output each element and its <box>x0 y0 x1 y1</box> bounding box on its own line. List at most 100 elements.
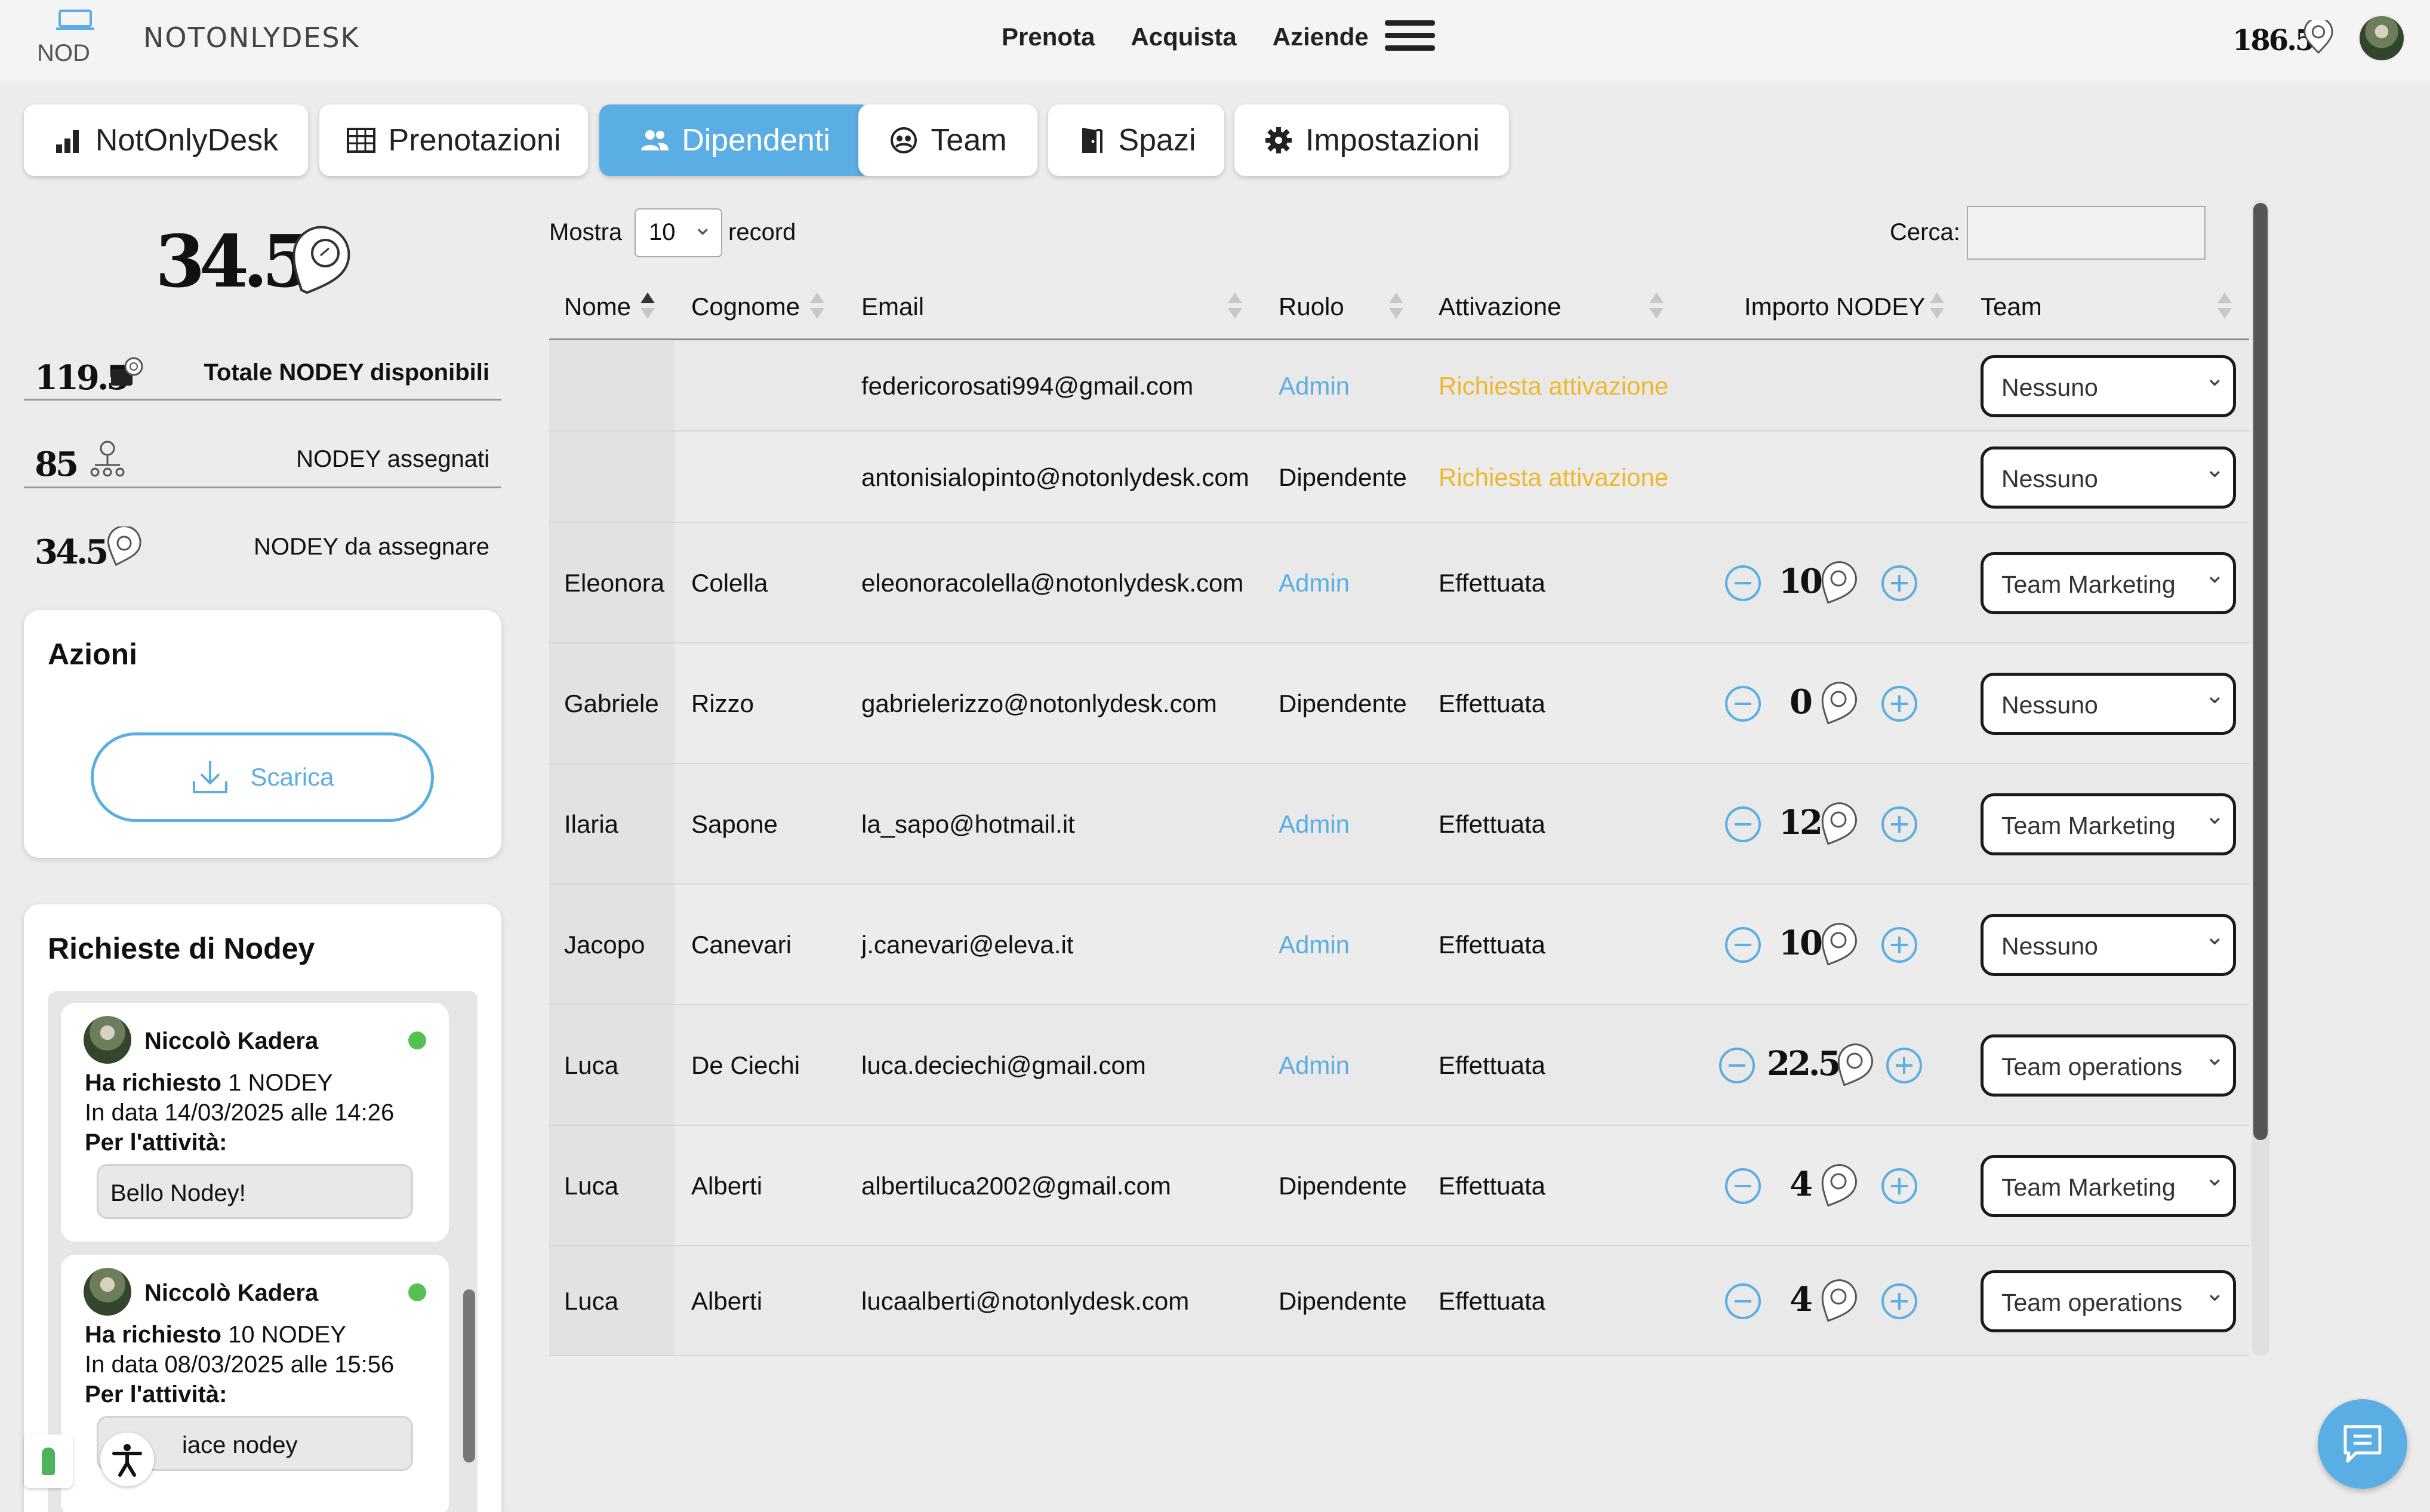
sort-icon[interactable] <box>1649 292 1664 322</box>
column-header-importo[interactable]: Importo NODEY <box>1744 292 1925 328</box>
cell-cognome: Canevari <box>691 931 792 959</box>
tab-team[interactable]: Team <box>858 104 1037 176</box>
nav-aziende[interactable]: Aziende <box>1273 23 1369 51</box>
decrease-button[interactable] <box>1725 927 1761 963</box>
scrollbar-thumb[interactable] <box>2253 203 2268 1140</box>
decrease-button[interactable] <box>1725 686 1761 722</box>
column-header-cognome[interactable]: Cognome <box>691 292 800 328</box>
sort-icon[interactable] <box>1930 292 1944 322</box>
sort-icon[interactable] <box>1389 292 1403 322</box>
column-header-ruolo[interactable]: Ruolo <box>1279 292 1344 328</box>
team-select[interactable]: Nessuno <box>1981 355 2236 417</box>
decrease-button[interactable] <box>1725 1168 1761 1204</box>
show-label: Mostra <box>549 219 623 245</box>
increase-button[interactable] <box>1881 806 1917 842</box>
cell-email: federicorosati994@gmail.com <box>861 371 1194 400</box>
accessibility-widget[interactable] <box>24 1434 73 1488</box>
team-select[interactable]: Team operations <box>1981 1270 2236 1332</box>
stat-totale: 119.5 Totale NODEY disponibili <box>24 334 501 421</box>
activity-label: Per l'attività: <box>85 1129 227 1156</box>
tab-notonlydesk[interactable]: NotOnlyDesk <box>24 104 308 176</box>
tab-label: Prenotazioni <box>388 123 561 158</box>
decrease-button[interactable] <box>1725 565 1761 601</box>
search-input[interactable] <box>1967 206 2206 260</box>
cell-attivazione: Effettuata <box>1439 1287 1546 1315</box>
table-row: Gabriele Rizzo gabrielerizzo@notonlydesk.c… <box>549 643 2249 764</box>
sort-icon[interactable] <box>2218 292 2232 322</box>
team-select[interactable]: Nessuno <box>1981 673 2236 735</box>
decrease-button[interactable] <box>1719 1048 1755 1083</box>
cell-attivazione: Effettuata <box>1439 931 1546 959</box>
stat-label: Totale NODEY disponibili <box>204 359 489 386</box>
sort-icon[interactable] <box>1228 292 1242 322</box>
sort-icon[interactable] <box>640 292 655 322</box>
team-select[interactable]: Team Marketing <box>1981 793 2236 855</box>
requester-name: Niccolò Kadera <box>144 1028 319 1054</box>
page-length-select[interactable]: 10 <box>635 208 722 257</box>
nod-logo[interactable]: NOD <box>35 8 118 68</box>
table-row: Ilaria Sapone la_sapo@hotmail.it Admin Effet… <box>549 764 2249 885</box>
requests-card: Richieste di Nodey Niccolò Kadera Ha ric… <box>24 904 501 1512</box>
column-header-team[interactable]: Team <box>1981 292 2042 328</box>
increase-button[interactable] <box>1881 1168 1917 1204</box>
tab-dipendenti[interactable]: Dipendenti <box>599 104 871 176</box>
table-row: Eleonora Colella eleonoracolella@notonlyde… <box>549 523 2249 643</box>
decrease-button[interactable] <box>1725 1283 1761 1319</box>
avatar <box>84 1016 131 1064</box>
divider <box>24 486 501 488</box>
requests-list[interactable]: Niccolò Kadera Ha richiesto 1 NODEY In d… <box>48 991 478 1512</box>
nav-prenota[interactable]: Prenota <box>1002 23 1095 51</box>
requests-scrollbar[interactable] <box>461 991 478 1512</box>
cell-email: la_sapo@hotmail.it <box>861 810 1075 838</box>
nodey-coin-icon <box>2303 20 2333 54</box>
download-button[interactable]: Scarica <box>91 732 434 822</box>
team-select[interactable]: Nessuno <box>1981 914 2236 976</box>
cell-email: lucaalberti@notonlydesk.com <box>861 1287 1190 1315</box>
tab-label: Spazi <box>1118 123 1196 158</box>
cell-attivazione: Effettuata <box>1439 689 1546 717</box>
team-select[interactable]: Team operations <box>1981 1034 2236 1097</box>
increase-button[interactable] <box>1881 927 1917 963</box>
decrease-button[interactable] <box>1725 806 1761 842</box>
chat-button[interactable] <box>2318 1399 2407 1489</box>
user-avatar[interactable] <box>2358 14 2406 62</box>
tab-impostazioni[interactable]: Impostazioni <box>1234 104 1509 176</box>
cell-ruolo: Dipendente <box>1279 1287 1407 1315</box>
cell-nome: Gabriele <box>564 689 659 717</box>
scrollbar-thumb[interactable] <box>463 1289 475 1462</box>
cell-ruolo: Dipendente <box>1279 463 1407 491</box>
cell-ruolo: Admin <box>1279 1051 1350 1079</box>
team-select[interactable]: Team Marketing <box>1981 552 2236 614</box>
table-scrollbar[interactable] <box>2252 200 2269 1356</box>
cell-attivazione[interactable]: Richiesta attivazione <box>1439 463 1668 492</box>
cell-attivazione[interactable]: Richiesta attivazione <box>1439 372 1668 401</box>
increase-button[interactable] <box>1881 565 1917 601</box>
stat-da-assegnare: 34.5 NODEY da assegnare <box>24 509 501 595</box>
cell-nome: Luca <box>564 1287 619 1315</box>
request-amount: Ha richiesto 1 NODEY <box>85 1070 333 1096</box>
hamburger-icon[interactable] <box>1385 20 1435 51</box>
cell-attivazione: Effettuata <box>1439 1051 1546 1079</box>
accessibility-button[interactable] <box>100 1433 154 1486</box>
stat-value: 34.5 <box>35 532 109 572</box>
column-header-nome[interactable]: Nome <box>564 292 631 328</box>
increase-button[interactable] <box>1886 1048 1922 1083</box>
nav-acquista[interactable]: Acquista <box>1131 23 1236 51</box>
tab-spazi[interactable]: Spazi <box>1048 104 1224 176</box>
column-header-email[interactable]: Email <box>861 292 924 328</box>
cell-email: luca.deciechi@gmail.com <box>861 1051 1146 1079</box>
increase-button[interactable] <box>1881 686 1917 722</box>
team-select[interactable]: Nessuno <box>1981 446 2236 509</box>
column-header-attivazione[interactable]: Attivazione <box>1439 292 1561 328</box>
cell-email: gabrielerizzo@notonlydesk.com <box>861 689 1217 717</box>
nodey-amount: 22.5 <box>1767 1044 1841 1083</box>
team-select[interactable]: Team Marketing <box>1981 1155 2236 1217</box>
name-column-bg <box>549 432 675 523</box>
tab-prenotazioni[interactable]: Prenotazioni <box>319 104 588 176</box>
increase-button[interactable] <box>1881 1283 1917 1319</box>
top-nav: Prenota Acquista Aziende <box>1002 23 1369 51</box>
table-row: Luca De Ciechi luca.deciechi@gmail.com Admi… <box>549 1005 2249 1126</box>
cell-cognome: Rizzo <box>691 689 754 717</box>
cell-email: j.canevari@eleva.it <box>861 931 1074 959</box>
sort-icon[interactable] <box>810 292 824 322</box>
